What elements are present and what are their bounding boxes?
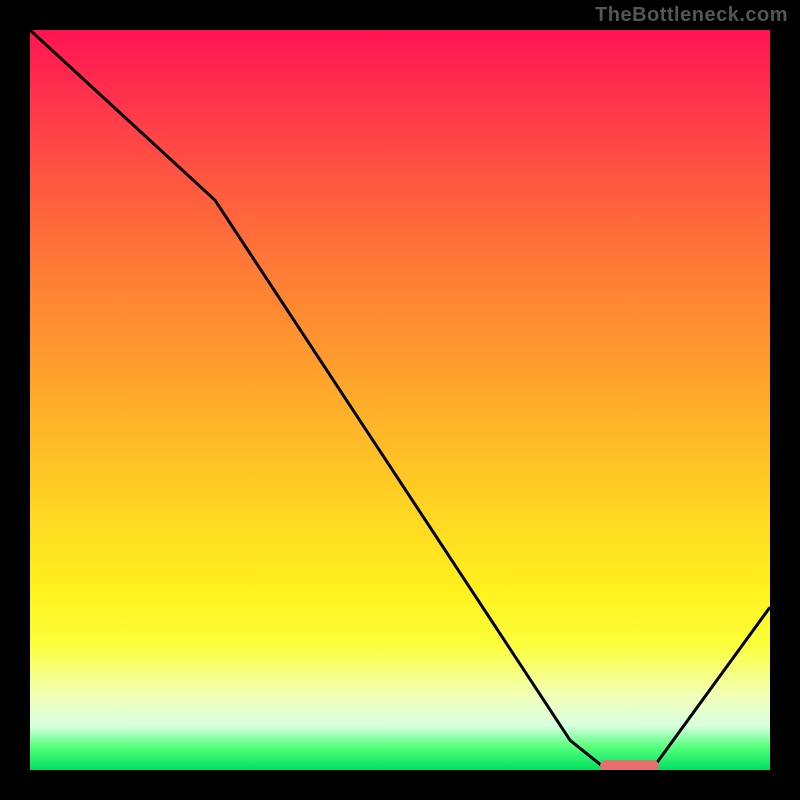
curve-svg: [30, 30, 770, 770]
plot-area: [30, 30, 770, 770]
chart-frame: TheBottleneck.com: [0, 0, 800, 800]
watermark-text: TheBottleneck.com: [595, 4, 788, 27]
bottleneck-curve: [30, 30, 770, 770]
optimal-range-marker: [600, 760, 659, 770]
